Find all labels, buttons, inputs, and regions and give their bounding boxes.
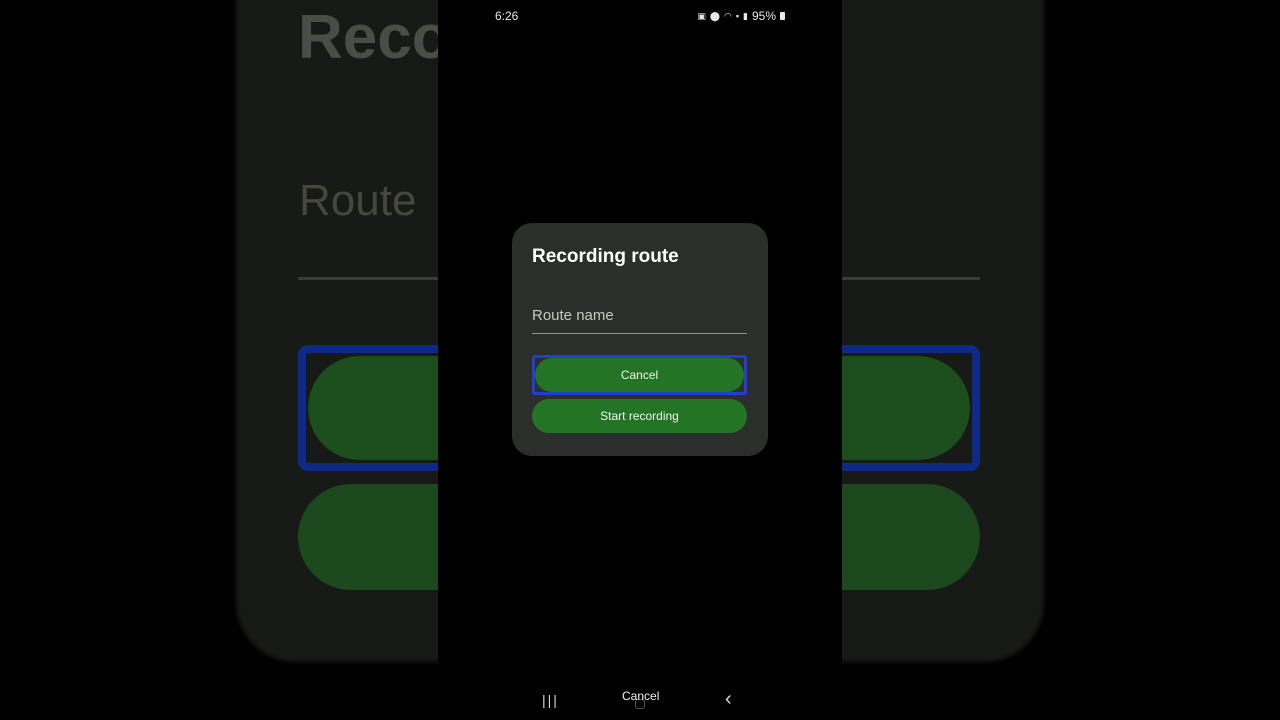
sync-icon: ▣ <box>697 11 706 21</box>
location-icon: ⬤ <box>709 11 720 21</box>
phone-screen: 6:26 ▣ ⬤ ◠ ▪ ▮ 95% Recording route Cance… <box>438 0 842 720</box>
signal-icon: ▮ <box>743 11 748 21</box>
status-icons: ▣ ⬤ ◠ ▪ ▮ 95% <box>697 9 785 23</box>
start-recording-button[interactable]: Start recording <box>532 399 747 433</box>
background-title: Reco <box>298 3 450 72</box>
wifi-icon: ◠ <box>723 11 732 21</box>
status-time: 6:26 <box>495 9 519 23</box>
volte-icon: ▪ <box>735 11 740 21</box>
route-name-input[interactable] <box>532 297 747 334</box>
back-button[interactable]: ‹ <box>725 688 732 711</box>
background-route-label: Route <box>299 176 417 225</box>
battery-icon <box>780 12 785 20</box>
recording-route-dialog: Recording route Cancel Start recording <box>512 223 768 456</box>
cancel-button[interactable]: Cancel <box>535 358 744 392</box>
dialog-title: Recording route <box>532 246 679 267</box>
home-tooltip-label: Cancel <box>622 689 660 703</box>
battery-percent: 95% <box>751 9 776 23</box>
recents-button[interactable]: ||| <box>542 692 559 708</box>
